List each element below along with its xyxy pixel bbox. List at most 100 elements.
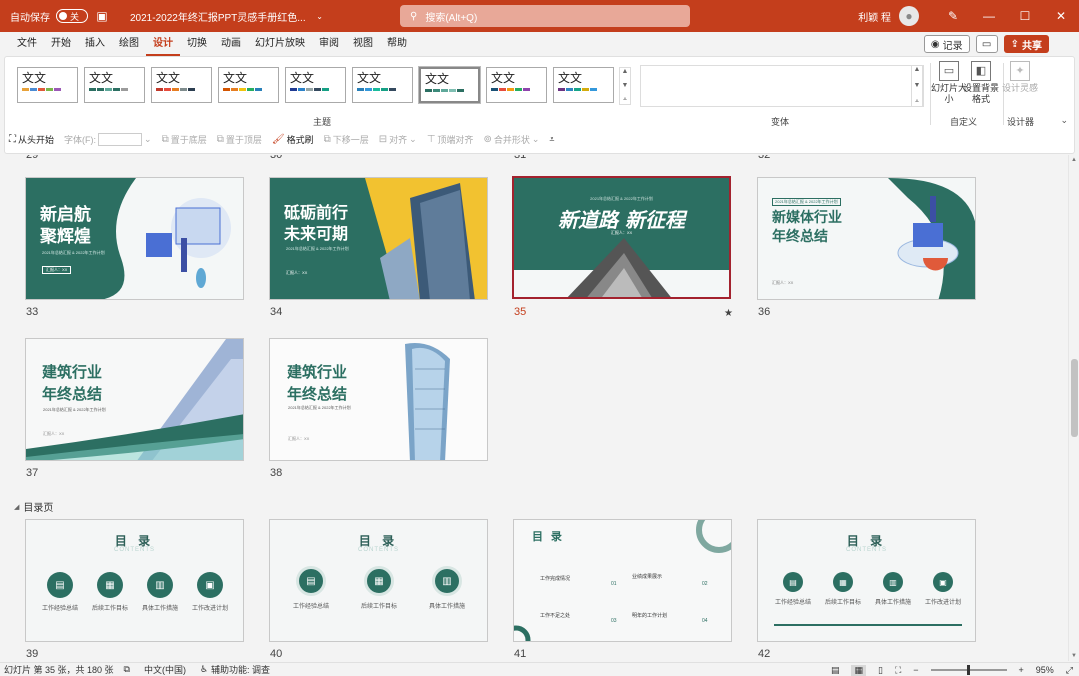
tab-draw[interactable]: 绘图 bbox=[112, 32, 146, 56]
color-swatch bbox=[365, 88, 372, 91]
slide-thumbnail[interactable]: 目 录 CONTENTS ▤ 工作经验总结 ▦ 后续工作目标 ▥ 具体工作措施 bbox=[269, 519, 488, 642]
slide-thumbnail[interactable]: 建筑行业 年终总结 2021年总结汇报 & 2022年工作计划 汇报人：XX bbox=[269, 338, 488, 461]
section-header[interactable]: ◢ 目录页 bbox=[14, 499, 53, 514]
theme-color-swatches bbox=[22, 88, 73, 91]
slideshow-view-icon[interactable]: ⛶ bbox=[895, 665, 901, 676]
slide-thumbnail[interactable]: 砥砺前行 未来可期 2021年总结汇报 & 2022年工作计划 汇报人：XX bbox=[269, 177, 488, 300]
collapse-triangle-icon[interactable]: ◢ bbox=[14, 503, 19, 511]
gallery-scroll[interactable]: ▲ ▼ ⩡ bbox=[619, 67, 631, 105]
move-down-button[interactable]: ⧉ 下移一层 bbox=[324, 133, 369, 146]
variant-gallery[interactable]: ▲ ▼ ⩡ bbox=[640, 65, 924, 107]
designer-label: 设计灵感 bbox=[1002, 83, 1039, 93]
scroll-thumb[interactable] bbox=[1071, 359, 1078, 437]
theme-color-swatches bbox=[357, 88, 408, 91]
language[interactable]: 中文(中国) bbox=[144, 663, 186, 676]
tab-transitions[interactable]: 切换 bbox=[180, 32, 214, 56]
slide-sorter-view-icon[interactable]: ▦ bbox=[851, 664, 866, 676]
zoom-level[interactable]: 95% bbox=[1036, 665, 1054, 675]
send-back-button[interactable]: ⧉ 置于底层 bbox=[162, 133, 207, 146]
reading-view-icon[interactable]: ▯ bbox=[878, 665, 883, 676]
theme-option[interactable]: 文文 bbox=[553, 67, 614, 103]
theme-option[interactable]: 文文 bbox=[352, 67, 413, 103]
merge-shapes-button[interactable]: ⊚ 合并形状 ⌄ bbox=[483, 133, 539, 146]
slide-thumbnail[interactable]: 2021年总结汇报 & 2022年工作计划 新道路 新征程 汇报人：XX bbox=[512, 176, 731, 299]
accessibility-status[interactable]: 辅助功能: 调查 bbox=[211, 663, 270, 676]
slide-size-button[interactable]: ▭ 幻灯片大小 bbox=[931, 61, 967, 105]
vertical-scrollbar[interactable]: ▲ ▼ bbox=[1068, 155, 1079, 661]
merge-icon: ⊚ bbox=[483, 134, 492, 145]
toc-item-label: 工作完成情况 bbox=[540, 576, 571, 582]
theme-option[interactable]: 文文 bbox=[17, 67, 78, 103]
theme-option[interactable]: 文文 bbox=[151, 67, 212, 103]
accessibility-icon[interactable]: ♿ bbox=[200, 664, 208, 675]
slide-thumbnail[interactable]: 目 录 CONTENTS ▤ 工作经验总结 ▦ 后续工作目标 ▥ 具体工作措施 ▣ 工作… bbox=[25, 519, 244, 642]
format-painter-button[interactable]: 🖌 格式刷 bbox=[272, 133, 314, 146]
font-selector[interactable]: 字体(F): ⌄ bbox=[64, 133, 152, 146]
scroll-down-icon[interactable]: ▼ bbox=[1071, 653, 1077, 659]
tab-insert[interactable]: 插入 bbox=[78, 32, 112, 56]
tab-file[interactable]: 文件 bbox=[10, 32, 44, 56]
maximize-button[interactable]: ☐ bbox=[1007, 0, 1043, 32]
avatar[interactable]: ● bbox=[899, 6, 919, 26]
theme-option[interactable]: 文文 bbox=[84, 67, 145, 103]
slide-subtitle: 2021年总结汇报 & 2022年工作计划 bbox=[288, 405, 351, 410]
variant-scroll[interactable]: ▲ ▼ ⩡ bbox=[911, 65, 923, 107]
tab-design[interactable]: 设计 bbox=[146, 32, 180, 56]
slide-thumbnail[interactable]: 目 录 CONTENTS ▤ 工作经验总结 ▦ 后续工作目标 ▥ 具体工作措施 ▣ 工作… bbox=[757, 519, 976, 642]
from-start-button[interactable]: ⛶ 从头开始 bbox=[9, 133, 54, 146]
align-button[interactable]: ⊟ 对齐 ⌄ bbox=[379, 133, 417, 146]
tab-animations[interactable]: 动画 bbox=[214, 32, 248, 56]
format-background-button[interactable]: ◧ 设置背景格式 bbox=[963, 61, 999, 105]
tab-slideshow[interactable]: 幻灯片放映 bbox=[248, 32, 312, 56]
customize-qa-icon[interactable]: ⩡ bbox=[549, 134, 554, 145]
color-swatch bbox=[290, 88, 297, 91]
search-input[interactable]: ⚲ 搜索(Alt+Q) bbox=[400, 5, 690, 27]
theme-option[interactable]: 文文 bbox=[285, 67, 346, 103]
toc-item-number: 03 bbox=[611, 618, 617, 624]
color-swatch bbox=[255, 88, 262, 91]
close-button[interactable]: ✕ bbox=[1043, 0, 1079, 32]
tab-help[interactable]: 帮助 bbox=[380, 32, 414, 56]
comment-button[interactable]: ▭ bbox=[975, 35, 998, 53]
slide-thumbnail[interactable]: 2021年总结汇报 & 2022年工作计划 新媒体行业 年终总结 汇报人：XX bbox=[757, 177, 976, 300]
toc-item: ▥ 具体工作措施 bbox=[422, 566, 472, 610]
minimize-button[interactable]: — bbox=[971, 0, 1007, 32]
save-icon[interactable]: ▣ bbox=[94, 9, 110, 23]
scroll-up-icon[interactable]: ▲ bbox=[1071, 157, 1077, 163]
slide-thumbnail[interactable]: 目 录 工作完成情况 01 业绩成果展示 02 工作不足之处 03 明年的工作计… bbox=[513, 519, 732, 642]
slide-thumbnail[interactable]: 建筑行业 年终总结 2021年总结汇报 & 2022年工作计划 汇报人：XX bbox=[25, 338, 244, 461]
bring-front-label: 置于顶层 bbox=[225, 135, 262, 145]
zoom-out-icon[interactable]: − bbox=[913, 665, 918, 675]
theme-option[interactable]: 文文 bbox=[418, 66, 481, 104]
zoom-slider-handle[interactable] bbox=[966, 665, 970, 675]
tab-home[interactable]: 开始 bbox=[44, 32, 78, 56]
bring-front-button[interactable]: ⧉ 置于顶层 bbox=[217, 133, 262, 146]
chevron-down-icon[interactable]: ⌄ bbox=[312, 12, 328, 21]
designer-button[interactable]: ✦ 设计灵感 bbox=[1002, 61, 1038, 94]
tab-view[interactable]: 视图 bbox=[346, 32, 380, 56]
slide-subtitle: 2021年总结汇报 & 2022年工作计划 bbox=[42, 250, 105, 255]
user-name[interactable]: 利颖 程 bbox=[858, 9, 891, 24]
theme-option[interactable]: 文文 bbox=[486, 67, 547, 103]
zoom-slider[interactable] bbox=[930, 665, 1007, 675]
pen-icon[interactable]: ✎ bbox=[935, 0, 971, 32]
fit-window-icon[interactable]: ⤢ bbox=[1066, 665, 1073, 676]
color-swatch bbox=[499, 88, 506, 91]
ribbon-collapse-icon[interactable]: ⌄ bbox=[1060, 115, 1068, 126]
document-title[interactable]: 2021-2022年终汇报PPT灵感手册红色... bbox=[130, 9, 306, 24]
zoom-in-icon[interactable]: + bbox=[1019, 665, 1024, 675]
toc-item: ▦ 后续工作目标 bbox=[822, 572, 864, 606]
font-label: 字体(F): bbox=[64, 135, 97, 145]
theme-option[interactable]: 文文 bbox=[218, 67, 279, 103]
autosave-toggle[interactable]: 关 bbox=[56, 9, 88, 23]
slide-title-line2: 年终总结 bbox=[772, 229, 828, 245]
share-button[interactable]: ⇪ 共享 bbox=[1003, 35, 1049, 53]
top-align-button[interactable]: ⊤ 顶端对齐 bbox=[427, 133, 474, 146]
tab-review[interactable]: 审阅 bbox=[312, 32, 346, 56]
font-input[interactable] bbox=[98, 133, 143, 146]
normal-view-icon[interactable]: ▤ bbox=[831, 665, 840, 676]
record-button[interactable]: ◉ 记录 bbox=[923, 35, 970, 53]
slide-thumbnail[interactable]: 新启航 聚辉煌 2021年总结汇报 & 2022年工作计划 汇报人：XX bbox=[25, 177, 244, 300]
toc-item-label: 工作不足之处 bbox=[540, 613, 571, 619]
spellcheck-icon[interactable]: ⧉ bbox=[124, 664, 130, 675]
